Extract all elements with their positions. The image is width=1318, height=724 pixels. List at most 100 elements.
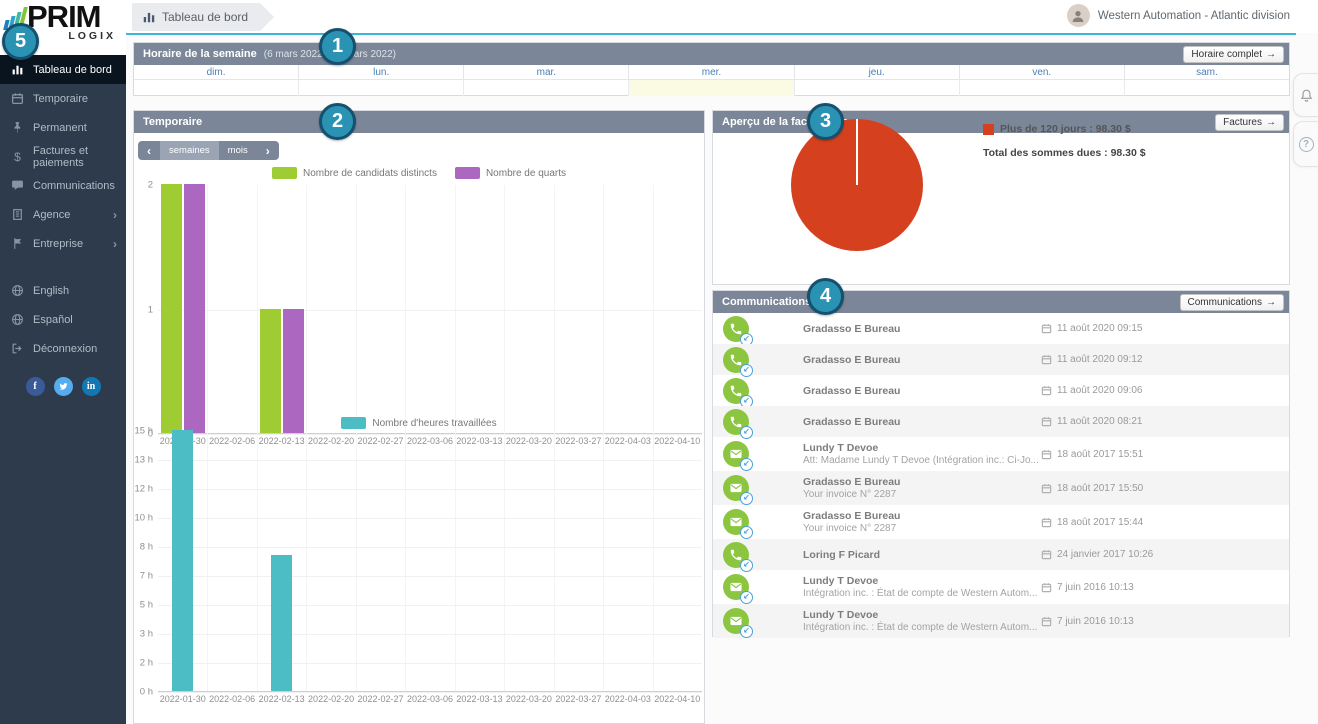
period-toggle: ‹ semaines mois › [138, 141, 279, 160]
email-incoming-icon: ↙ [723, 509, 749, 535]
full-schedule-button[interactable]: Horaire complet→ [1183, 46, 1284, 63]
notifications-tab[interactable] [1293, 73, 1318, 117]
communication-date: 7 juin 2016 10:13 [1041, 582, 1134, 593]
communication-row[interactable]: ↙ Gradasso E Bureau 11 août 2020 09:06 [713, 375, 1289, 406]
day-cell-jeu[interactable] [795, 80, 960, 96]
contact-name: Lundy T Devoe [803, 609, 1037, 621]
bell-icon [1299, 88, 1314, 103]
facebook-icon[interactable]: f [26, 377, 45, 396]
day-header-jeu: jeu. [795, 65, 960, 79]
day-header-dim: dim. [134, 65, 299, 79]
linkedin-icon[interactable]: in [82, 377, 101, 396]
contact-name: Gradasso E Bureau [803, 510, 900, 522]
sidebar-item-espa-ol[interactable]: Español [0, 305, 126, 334]
communication-row[interactable]: ↙ Lundy T Devoe Intégration inc. : État … [713, 570, 1289, 604]
sidebar-item-temporaire[interactable]: Temporaire [0, 84, 126, 113]
chevron-left-icon[interactable]: ‹ [138, 141, 160, 160]
sidebar-item-entreprise[interactable]: Entreprise › [0, 229, 126, 258]
x-axis-tick: 2022-02-13 [259, 694, 305, 704]
breadcrumb[interactable]: Tableau de bord [132, 3, 274, 31]
communication-date: 11 août 2020 08:21 [1041, 416, 1142, 427]
sidebar-item-d-connexion[interactable]: Déconnexion [0, 334, 126, 363]
communication-date: 24 janvier 2017 10:26 [1041, 549, 1153, 560]
annotation-badge-4: 4 [807, 278, 844, 315]
communication-date: 11 août 2020 09:15 [1041, 323, 1142, 334]
toggle-weeks[interactable]: semaines [160, 141, 219, 160]
contact-name: Lundy T Devoe [803, 575, 1037, 587]
user-menu[interactable]: Western Automation - Atlantic division [1067, 4, 1290, 27]
schedule-day-headers: dim.lun.mar.mer.jeu.ven.sam. [134, 65, 1289, 80]
panel-temporaire: Temporaire ‹ semaines mois › Nombre de c… [133, 110, 705, 724]
x-axis-tick: 2022-01-30 [160, 694, 206, 704]
calendar-icon [1041, 549, 1052, 560]
calendar-icon [1041, 483, 1052, 494]
sidebar-item-permanent[interactable]: Permanent [0, 113, 126, 142]
email-incoming-icon: ↙ [723, 475, 749, 501]
x-axis-tick: 2022-03-06 [407, 694, 453, 704]
x-axis-tick: 2022-03-20 [506, 694, 552, 704]
day-cell-mer[interactable] [629, 80, 794, 96]
toggle-months[interactable]: mois [219, 141, 257, 160]
panel-communications: Communications Communications→ ↙ Gradass… [712, 290, 1290, 637]
communication-row[interactable]: ↙ Lundy T Devoe Intégration inc. : État … [713, 604, 1289, 638]
sidebar-item-communications[interactable]: Communications [0, 171, 126, 200]
dollar-icon: $ [11, 150, 24, 163]
incoming-badge-icon: ↙ [740, 591, 753, 604]
communication-row[interactable]: ↙ Gradasso E Bureau Your invoice N° 2287… [713, 471, 1289, 505]
day-header-ven: ven. [960, 65, 1125, 79]
bar-chart-icon [142, 10, 156, 24]
signout-icon [11, 342, 24, 355]
incoming-badge-icon: ↙ [740, 458, 753, 471]
day-cell-sam[interactable] [1125, 80, 1289, 96]
bar-2022-01-30-s0 [172, 430, 193, 691]
bar-chart-icon [11, 63, 24, 76]
chevron-right-icon[interactable]: › [257, 141, 279, 160]
phone-incoming-icon: ↙ [723, 316, 749, 342]
legend-swatch [455, 167, 480, 179]
y-axis-tick: 7 h [140, 571, 158, 582]
billing-total: Total des sommes dues : 98.30 $ [983, 147, 1146, 159]
communication-row[interactable]: ↙ Gradasso E Bureau 11 août 2020 09:12 [713, 344, 1289, 375]
billing-pie-chart [791, 119, 923, 251]
panel-header: Horaire de la semaine (6 mars 2022 - 12 … [134, 43, 1289, 65]
sidebar-item-agence[interactable]: Agence › [0, 200, 126, 229]
panel-title: Horaire de la semaine [143, 48, 257, 60]
day-cell-lun[interactable] [299, 80, 464, 96]
day-cell-ven[interactable] [960, 80, 1125, 96]
y-axis-tick: 5 h [140, 600, 158, 611]
day-cell-mar[interactable] [464, 80, 629, 96]
annotation-badge-5: 5 [2, 23, 39, 60]
bar-2022-01-30-s0 [161, 184, 182, 433]
communication-row[interactable]: ↙ Gradasso E Bureau 11 août 2020 08:21 [713, 406, 1289, 437]
bar-2022-02-13-s0 [271, 555, 292, 691]
legend-item: Nombre de candidats distincts [272, 167, 437, 179]
contact-name: Gradasso E Bureau [803, 416, 900, 428]
calendar-icon [11, 92, 24, 105]
communication-row[interactable]: ↙ Gradasso E Bureau Your invoice N° 2287… [713, 505, 1289, 539]
calendar-icon [1041, 323, 1052, 334]
arrow-right-icon: → [1266, 49, 1276, 60]
header-divider [126, 33, 1296, 35]
chart-legend-hours: Nombre d'heures travaillées [134, 417, 704, 429]
y-axis-tick: 13 h [135, 455, 159, 466]
message-preview: Your invoice N° 2287 [803, 523, 900, 534]
invoices-button[interactable]: Factures→ [1215, 114, 1284, 131]
globe-icon [11, 284, 24, 297]
communication-row[interactable]: ↙ Lundy T Devoe Att: Madame Lundy T Devo… [713, 437, 1289, 471]
communication-row[interactable]: ↙ Loring F Picard 24 janvier 2017 10:26 [713, 539, 1289, 570]
twitter-icon[interactable] [54, 377, 73, 396]
contact-name: Loring F Picard [803, 549, 880, 561]
panel-title: Communications [722, 296, 811, 308]
legend-item: Nombre de quarts [455, 167, 566, 179]
sidebar-item-factures-et-paiements[interactable]: $ Factures et paiements [0, 142, 126, 171]
day-cell-dim[interactable] [134, 80, 299, 96]
communication-row[interactable]: ↙ Gradasso E Bureau 11 août 2020 09:15 [713, 313, 1289, 344]
chevron-right-icon: › [113, 237, 117, 251]
panel-header: Temporaire [134, 111, 704, 133]
communications-button[interactable]: Communications→ [1180, 294, 1284, 311]
sidebar-item-english[interactable]: English [0, 276, 126, 305]
arrow-right-icon: → [1266, 297, 1276, 308]
phone-incoming-icon: ↙ [723, 378, 749, 404]
help-tab[interactable]: ? [1293, 121, 1318, 167]
avatar [1067, 4, 1090, 27]
